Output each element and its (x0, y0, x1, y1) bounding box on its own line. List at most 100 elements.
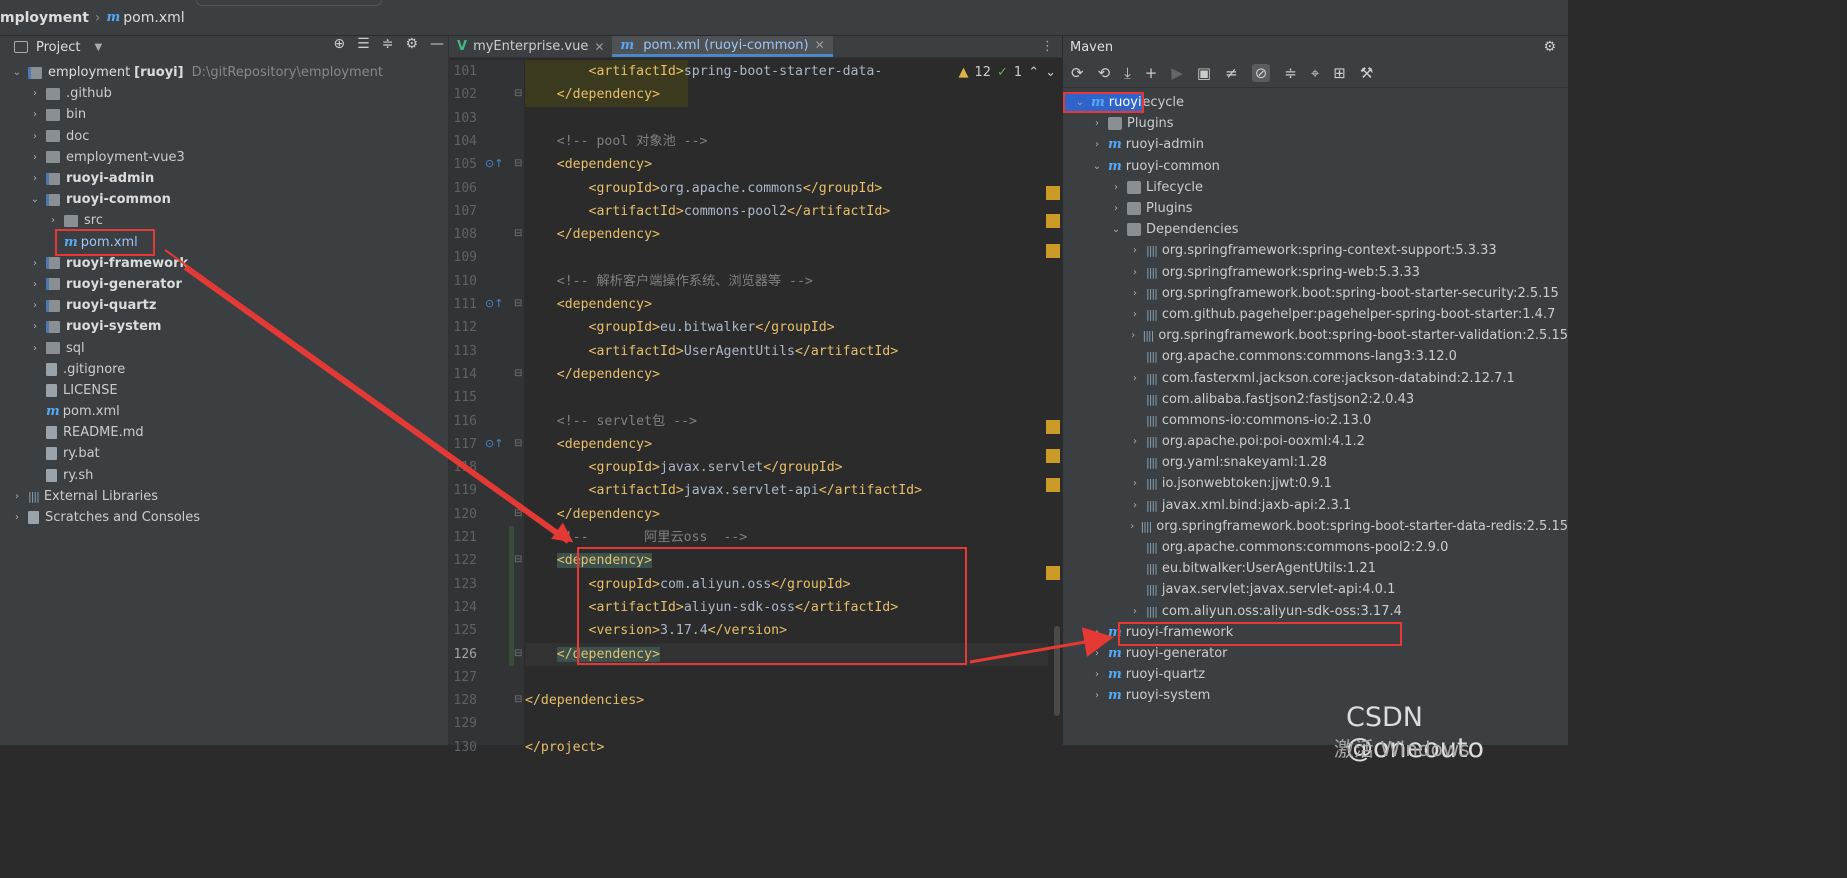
tab-0[interactable]: VmyEnterprise.vue ✕ (449, 36, 612, 57)
override-icon[interactable]: ⊙↑ (485, 297, 503, 310)
chevron-right-icon[interactable]: › (1128, 478, 1142, 489)
chevron-right-icon[interactable]: › (28, 321, 42, 332)
fold-icon[interactable]: ⊟ (514, 438, 522, 449)
execute-goal-icon[interactable]: ▣ (1197, 64, 1211, 82)
minimize-icon[interactable]: — (430, 36, 444, 52)
tree-item[interactable]: › ruoyi-generator (6, 274, 448, 295)
error-stripe-marker[interactable] (1046, 244, 1060, 258)
fold-icon[interactable]: ⊟ (514, 368, 522, 379)
chevron-right-icon[interactable]: › (46, 215, 60, 226)
tree-item[interactable]: › bin (6, 104, 448, 125)
chevron-down-icon[interactable]: ⌄ (1045, 65, 1056, 80)
add-icon[interactable]: + (1145, 64, 1158, 82)
download-icon[interactable]: ⤓ (1124, 64, 1131, 82)
maven-tree-item[interactable]: |||| org.yaml:snakeyaml:1.28 (1063, 452, 1568, 473)
error-stripe-marker[interactable] (1046, 478, 1060, 492)
chevron-right-icon[interactable]: › (1090, 627, 1104, 638)
tree-item[interactable]: › doc (6, 126, 448, 147)
chevron-right-icon[interactable]: › (28, 258, 42, 269)
chevron-right-icon[interactable]: › (28, 173, 42, 184)
tree-item[interactable]: › ruoyi-system (6, 316, 448, 337)
editor-scrollbar[interactable] (1054, 626, 1060, 716)
tree-item[interactable]: › employment-vue3 (6, 147, 448, 168)
chevron-down-icon[interactable]: ⌄ (1090, 161, 1104, 172)
chevron-down-icon[interactable]: ▼ (94, 42, 102, 53)
fold-icon[interactable]: ⊟ (514, 694, 522, 705)
show-dependencies-icon[interactable]: ⌖ (1311, 64, 1319, 82)
fold-icon[interactable]: ⊟ (514, 158, 522, 169)
vcs-change-marker[interactable] (509, 526, 514, 666)
maven-tree-item[interactable]: |||| javax.servlet:javax.servlet-api:4.0.… (1063, 579, 1568, 600)
maven-tree-item[interactable]: › m ruoyi-generator (1063, 643, 1568, 664)
maven-tree-item[interactable]: |||| org.apache.commons:commons-pool2:2.9… (1063, 537, 1568, 558)
maven-tree-item[interactable]: › Plugins (1063, 113, 1568, 134)
override-icon[interactable]: ⊙↑ (485, 157, 503, 170)
skip-tests-icon[interactable]: ⊘ (1251, 63, 1271, 82)
close-icon[interactable]: ✕ (594, 40, 604, 54)
tree-item[interactable]: LICENSE (6, 380, 448, 401)
chevron-right-icon[interactable]: › (1128, 373, 1142, 384)
maven-tree-item[interactable]: › |||| org.springframework.boot:spring-boo… (1063, 325, 1568, 346)
chevron-right-icon[interactable]: › (1128, 606, 1142, 617)
reload-icon[interactable]: ⟳ (1071, 64, 1084, 82)
run-icon[interactable]: ▶ (1171, 64, 1183, 82)
maven-tree-item[interactable]: › |||| javax.xml.bind:jaxb-api:2.3.1 (1063, 495, 1568, 516)
chevron-down-icon[interactable]: ⌄ (28, 194, 42, 205)
maven-tree-item[interactable]: › |||| io.jsonwebtoken:jjwt:0.9.1 (1063, 473, 1568, 494)
error-stripe-marker[interactable] (1046, 186, 1060, 200)
project-panel-title[interactable]: Project (36, 40, 80, 55)
gear-icon[interactable]: ⚙ (1543, 39, 1556, 55)
tree-item[interactable]: › sql (6, 337, 448, 358)
maven-tree-item[interactable]: › Lifecycle (1063, 177, 1568, 198)
chevron-right-icon[interactable]: › (1128, 500, 1142, 511)
tab-1[interactable]: m pom.xml (ruoyi-common) ✕ (612, 36, 833, 57)
fold-icon[interactable]: ⊟ (514, 298, 522, 309)
chevron-down-icon[interactable]: ⌄ (1109, 224, 1123, 235)
maven-tree-item[interactable]: |||| com.alibaba.fastjson2:fastjson2:2.0.… (1063, 389, 1568, 410)
tree-item[interactable]: ry.sh (6, 465, 448, 486)
error-stripe-marker[interactable] (1046, 214, 1060, 228)
maven-tree-item[interactable]: › |||| org.springframework:spring-context-… (1063, 240, 1568, 261)
fold-icon[interactable]: ⊟ (514, 648, 522, 659)
diagram-icon[interactable]: ⊞ (1333, 64, 1346, 82)
chevron-right-icon[interactable]: › (28, 279, 42, 290)
breadcrumb-file[interactable]: pom.xml (123, 10, 184, 26)
chevron-right-icon[interactable]: › (1128, 288, 1142, 299)
chevron-right-icon[interactable]: › (1109, 182, 1123, 193)
tree-item[interactable]: › |||| External Libraries (6, 486, 448, 507)
maven-tree-item[interactable]: › |||| com.github.pagehelper:pagehelper-sp… (1063, 304, 1568, 325)
error-stripe-marker[interactable] (1046, 566, 1060, 580)
close-icon[interactable]: ✕ (815, 38, 825, 52)
chevron-right-icon[interactable]: › (28, 109, 42, 120)
tree-item[interactable]: › Scratches and Consoles (6, 507, 448, 528)
error-stripe-marker[interactable] (1046, 449, 1060, 463)
chevron-right-icon[interactable]: › (1128, 330, 1138, 341)
chevron-right-icon[interactable]: › (28, 88, 42, 99)
locate-icon[interactable]: ⊕ (333, 36, 345, 52)
maven-tree-item[interactable]: › |||| com.fasterxml.jackson.core:jackson-… (1063, 367, 1568, 388)
error-stripe-marker[interactable] (1046, 420, 1060, 434)
tree-item[interactable]: ⌄ ruoyi-common (6, 189, 448, 210)
breadcrumb-project[interactable]: mployment (0, 10, 89, 26)
chevron-right-icon[interactable]: › (1090, 648, 1104, 659)
chevron-right-icon[interactable]: › (1109, 203, 1123, 214)
inspection-widget[interactable]: ▲ 12 ✓ 1 ⌃ ⌄ (952, 60, 1062, 84)
fold-icon[interactable]: ⊟ (514, 554, 522, 565)
chevron-right-icon[interactable]: › (1128, 436, 1142, 447)
chevron-right-icon[interactable]: › (10, 512, 24, 523)
maven-tree-item[interactable]: ⌄ m ruoyi (1063, 92, 1144, 114)
maven-tree-item[interactable]: |||| commons-io:commons-io:2.13.0 (1063, 410, 1568, 431)
toggle-offline-icon[interactable]: ≠ (1225, 64, 1238, 82)
tree-item[interactable]: › ruoyi-quartz (6, 295, 448, 316)
chevron-right-icon[interactable]: › (1128, 309, 1142, 320)
collapse-all-icon[interactable]: ≑ (382, 36, 394, 52)
chevron-right-icon[interactable]: › (1128, 267, 1142, 278)
fold-icon[interactable]: ⊟ (514, 88, 522, 99)
chevron-right-icon[interactable]: › (1128, 245, 1142, 256)
chevron-down-icon[interactable]: ⌄ (10, 67, 24, 78)
maven-tree-item[interactable]: ⌄ Dependencies (1063, 219, 1568, 240)
tree-item[interactable]: › .github (6, 83, 448, 104)
maven-tree-item[interactable]: › |||| org.springframework:spring-web:5.3.… (1063, 262, 1568, 283)
maven-tree-item[interactable]: › |||| org.apache.poi:poi-ooxml:4.1.2 (1063, 431, 1568, 452)
tree-item[interactable]: ry.bat (6, 443, 448, 464)
